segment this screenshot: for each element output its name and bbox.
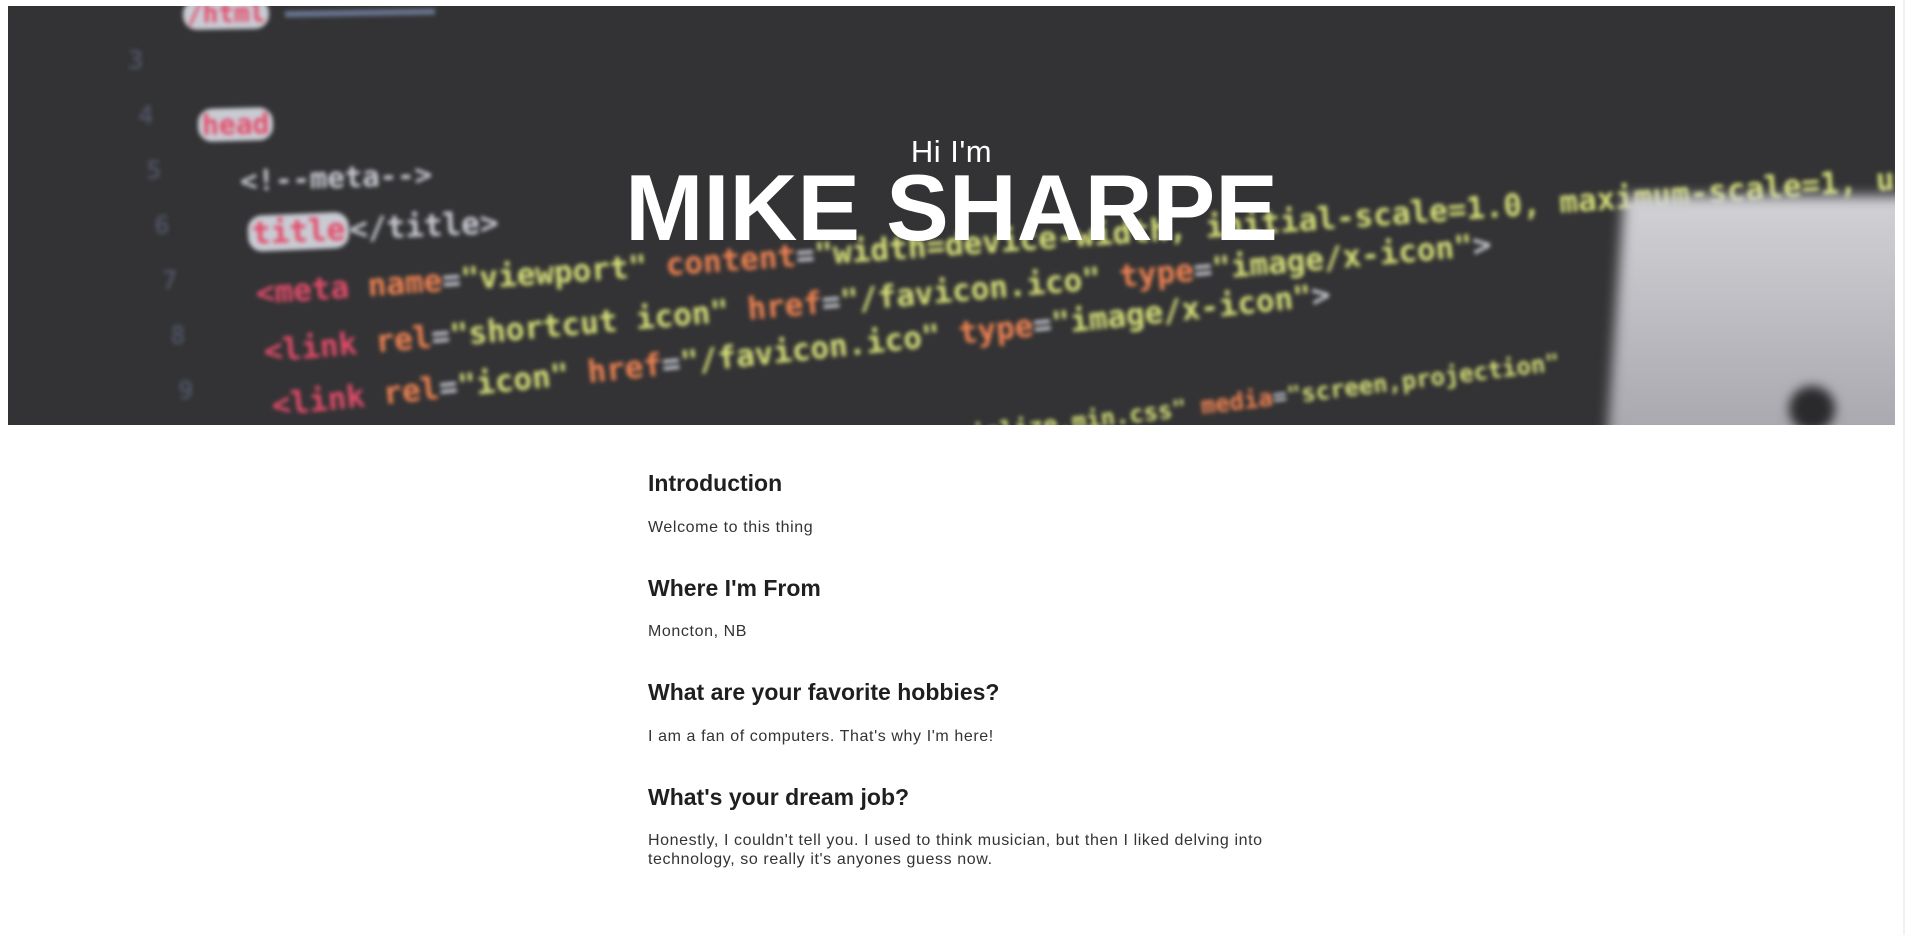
hero-banner: 3 4 5 6 7 8 9 /html head <!--meta--> tit… — [8, 6, 1895, 425]
page: 3 4 5 6 7 8 9 /html head <!--meta--> tit… — [0, 0, 1905, 935]
section-body: Honestly, I couldn't tell you. I used to… — [648, 832, 1263, 869]
section-introduction: Introduction Welcome to this thing — [648, 470, 1268, 537]
laptop-camera-shape — [1789, 386, 1835, 425]
section-heading: What are your favorite hobbies? — [648, 679, 1000, 706]
section-body: I am a fan of computers. That's why I'm … — [648, 727, 994, 745]
main-content: Introduction Welcome to this thing Where… — [648, 470, 1268, 907]
section-heading: What's your dream job? — [648, 783, 910, 810]
section-body: Welcome to this thing — [648, 518, 814, 536]
section-heading: Where I'm From — [648, 574, 821, 601]
section-hobbies: What are your favorite hobbies? I am a f… — [648, 679, 1268, 746]
section-dream-job: What's your dream job? Honestly, I could… — [648, 784, 1268, 870]
section-body: Moncton, NB — [648, 623, 748, 641]
hero-name: MIKE SHARPE — [625, 155, 1278, 260]
section-where-from: Where I'm From Moncton, NB — [648, 575, 1268, 642]
section-heading: Introduction — [648, 470, 783, 496]
